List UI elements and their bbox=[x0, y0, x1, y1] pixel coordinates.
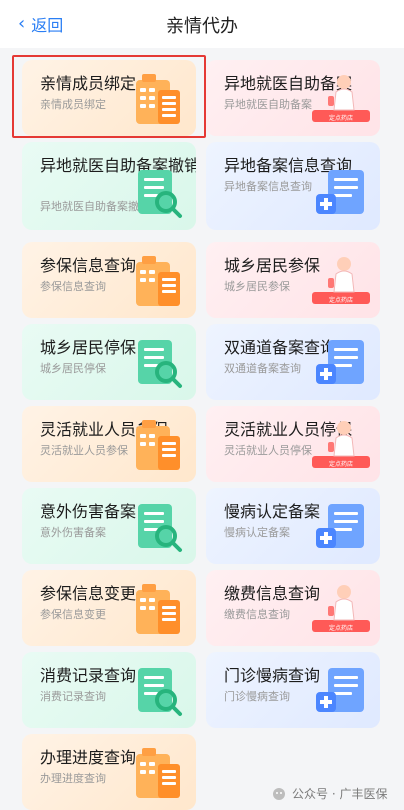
service-card-accident-filing[interactable]: 意外伤害备案 意外伤害备案 bbox=[22, 488, 196, 564]
card-title: 缴费信息查询 bbox=[224, 584, 321, 603]
service-card-payment-query[interactable]: 缴费信息查询 缴费信息查询 定点药店 bbox=[206, 570, 380, 646]
pharmacy-icon: 定点药店 bbox=[312, 585, 370, 632]
card-subtitle: 双通道备案查询 bbox=[224, 362, 301, 375]
wechat-icon bbox=[273, 787, 285, 800]
card-title: 门诊慢病查询 bbox=[224, 666, 321, 685]
service-card-urban-rural-suspend[interactable]: 城乡居民停保 城乡居民停保 bbox=[22, 324, 196, 400]
pharmacy-icon: 定点药店 bbox=[312, 421, 370, 468]
medical-doc-icon bbox=[316, 668, 364, 712]
building-icon bbox=[136, 748, 180, 798]
service-card-outpatient-chronic-query[interactable]: 门诊慢病查询 门诊慢病查询 bbox=[206, 652, 380, 728]
pharmacy-sign: 定点药店 bbox=[329, 114, 353, 122]
magnifier-doc-icon bbox=[138, 668, 182, 716]
service-card-progress-query[interactable]: 办理进度查询 办理进度查询 bbox=[22, 734, 196, 810]
card-subtitle: 消费记录查询 bbox=[40, 690, 106, 703]
card-title: 城乡居民参保 bbox=[224, 256, 321, 275]
service-card-urban-rural-enroll[interactable]: 城乡居民参保 城乡居民参保 定点药店 bbox=[206, 242, 380, 318]
watermark: 公众号 · 广丰医保 bbox=[272, 785, 387, 802]
service-card-remote-filing-cancel[interactable]: 异地就医自助备案撤销 异地就医自助备案撤销 bbox=[22, 142, 196, 230]
magnifier-doc-icon bbox=[138, 504, 182, 552]
service-card-remote-medical-filing[interactable]: 异地就医自助备案 异地就医自助备案 定点药店 bbox=[206, 60, 380, 136]
top-bar: ‹ 返回 亲情代办 bbox=[0, 0, 404, 48]
card-title: 城乡居民停保 bbox=[40, 338, 137, 357]
card-subtitle: 门诊慢病查询 bbox=[224, 690, 290, 703]
card-subtitle: 异地就医自助备案 bbox=[224, 98, 312, 111]
service-card-flexible-employee-suspend[interactable]: 灵活就业人员停保 灵活就业人员停保 定点药店 bbox=[206, 406, 380, 482]
card-subtitle: 参保信息变更 bbox=[40, 608, 106, 621]
card-subtitle: 参保信息查询 bbox=[40, 280, 106, 293]
building-icon bbox=[136, 256, 180, 306]
pharmacy-icon: 定点药店 bbox=[312, 257, 370, 304]
service-card-remote-filing-query[interactable]: 异地备案信息查询 异地备案信息查询 bbox=[206, 142, 380, 230]
card-subtitle: 慢病认定备案 bbox=[224, 526, 290, 539]
building-icon bbox=[136, 584, 180, 634]
service-card-flexible-employee-enroll[interactable]: 灵活就业人员参保 灵活就业人员参保 bbox=[22, 406, 196, 482]
card-title: 参保信息查询 bbox=[40, 256, 137, 275]
magnifier-doc-icon bbox=[138, 340, 182, 388]
card-title: 消费记录查询 bbox=[40, 666, 137, 685]
selection-highlight-box bbox=[12, 55, 206, 138]
medical-doc-icon bbox=[316, 504, 364, 548]
card-subtitle: 意外伤害备案 bbox=[40, 526, 106, 539]
card-subtitle: 办理进度查询 bbox=[40, 772, 106, 785]
pharmacy-sign: 定点药店 bbox=[329, 624, 353, 632]
service-card-chronic-disease-filing[interactable]: 慢病认定备案 慢病认定备案 bbox=[206, 488, 380, 564]
pharmacy-sign: 定点药店 bbox=[329, 460, 353, 468]
card-title: 意外伤害备案 bbox=[40, 502, 137, 521]
service-card-dual-channel-query[interactable]: 双通道备案查询 双通道备案查询 bbox=[206, 324, 380, 400]
page-title: 亲情代办 bbox=[166, 16, 238, 37]
card-subtitle: 城乡居民参保 bbox=[224, 280, 290, 293]
service-card-insurance-query[interactable]: 参保信息查询 参保信息查询 bbox=[22, 242, 196, 318]
pharmacy-icon: 定点药店 bbox=[312, 75, 370, 122]
card-title: 参保信息变更 bbox=[40, 584, 137, 603]
watermark-text: 公众号 · 广丰医保 bbox=[292, 787, 388, 801]
card-subtitle: 异地备案信息查询 bbox=[224, 180, 312, 193]
service-card-insurance-change[interactable]: 参保信息变更 参保信息变更 bbox=[22, 570, 196, 646]
card-title: 办理进度查询 bbox=[40, 748, 137, 767]
building-icon bbox=[136, 420, 180, 470]
card-title: 慢病认定备案 bbox=[224, 502, 321, 521]
card-subtitle: 城乡居民停保 bbox=[40, 362, 106, 375]
pharmacy-sign: 定点药店 bbox=[329, 296, 353, 304]
service-card-consumption-query[interactable]: 消费记录查询 消费记录查询 bbox=[22, 652, 196, 728]
magnifier-doc-icon bbox=[138, 170, 182, 218]
card-subtitle: 灵活就业人员停保 bbox=[224, 444, 312, 457]
card-subtitle: 缴费信息查询 bbox=[224, 608, 290, 621]
medical-doc-icon bbox=[316, 340, 364, 384]
medical-doc-icon bbox=[316, 170, 364, 214]
card-subtitle: 灵活就业人员参保 bbox=[40, 444, 128, 457]
